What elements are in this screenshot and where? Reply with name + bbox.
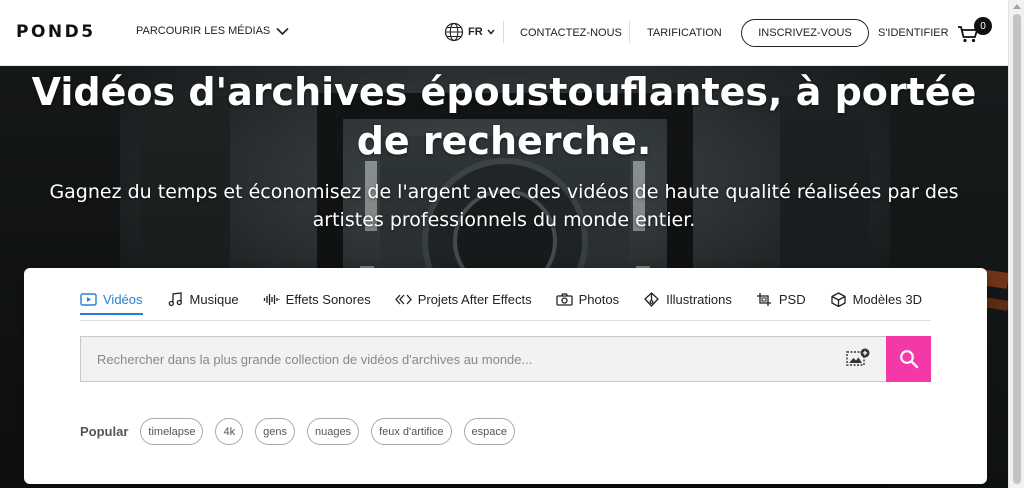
hero-section: Vidéos d'archives époustouflantes, à por… bbox=[0, 66, 1008, 488]
popular-term-chip[interactable]: feux d'artifice bbox=[371, 418, 452, 445]
tab-label: Projets After Effects bbox=[417, 292, 532, 307]
hero-title-line-2: de recherche. bbox=[356, 119, 652, 163]
pricing-link[interactable]: TARIFICATION bbox=[647, 27, 722, 39]
hero-title-line-1: Vidéos d'archives époustouflantes, à por… bbox=[31, 70, 977, 114]
illustration-icon bbox=[644, 292, 660, 307]
popular-term-chip[interactable]: 4k bbox=[215, 418, 244, 445]
psd-icon bbox=[756, 293, 771, 306]
hero-subtitle-line-2: artistes professionnels du monde entier. bbox=[312, 209, 696, 231]
camera-icon bbox=[555, 293, 573, 306]
tab-music[interactable]: Musique bbox=[167, 292, 239, 315]
tab-label: Vidéos bbox=[103, 292, 143, 307]
popular-term-chip[interactable]: timelapse bbox=[140, 418, 204, 445]
media-type-tabs: Vidéos Musique Effets Sonores Projets Af… bbox=[80, 292, 922, 315]
search-card: Vidéos Musique Effets Sonores Projets Af… bbox=[24, 268, 987, 484]
tab-label: Photos bbox=[578, 292, 620, 307]
cart-button[interactable]: 0 bbox=[957, 17, 993, 47]
cart-count-badge: 0 bbox=[974, 17, 992, 35]
search-input[interactable] bbox=[80, 336, 886, 382]
search-button[interactable] bbox=[886, 336, 931, 382]
chevron-down-icon bbox=[276, 27, 289, 35]
image-search-icon[interactable] bbox=[845, 348, 871, 370]
popular-term-chip[interactable]: gens bbox=[255, 418, 295, 445]
tab-photos[interactable]: Photos bbox=[555, 292, 620, 315]
contact-link[interactable]: CONTACTEZ-NOUS bbox=[520, 27, 622, 39]
tab-label: PSD bbox=[778, 292, 806, 307]
tabs-divider bbox=[80, 320, 931, 321]
tab-label: Musique bbox=[189, 292, 239, 307]
waveform-icon bbox=[263, 294, 280, 305]
hero-title: Vidéos d'archives époustouflantes, à por… bbox=[20, 68, 988, 166]
popular-searches: Popular timelapse 4k gens nuages feux d'… bbox=[80, 418, 516, 445]
tab-label: Modèles 3D bbox=[852, 292, 922, 307]
pond5-logo[interactable]: POND5 bbox=[16, 22, 96, 42]
language-selector[interactable]: FR bbox=[444, 22, 495, 42]
tab-3d-models[interactable]: Modèles 3D bbox=[830, 292, 922, 315]
signup-button[interactable]: INSCRIVEZ-VOUS bbox=[741, 19, 869, 47]
caret-down-icon bbox=[487, 29, 495, 35]
video-icon bbox=[80, 293, 97, 306]
search-icon bbox=[899, 350, 918, 369]
scroll-up-arrow[interactable] bbox=[1013, 4, 1021, 9]
after-effects-icon bbox=[394, 294, 412, 305]
nav-divider bbox=[629, 21, 630, 43]
tab-label: Illustrations bbox=[666, 292, 732, 307]
hero-subtitle: Gagnez du temps et économisez de l'argen… bbox=[30, 178, 978, 234]
page-scrollbar[interactable] bbox=[1008, 0, 1024, 488]
popular-term-chip[interactable]: espace bbox=[463, 418, 516, 445]
tab-psd[interactable]: PSD bbox=[756, 292, 806, 315]
globe-icon bbox=[444, 22, 464, 42]
tab-videos[interactable]: Vidéos bbox=[80, 292, 143, 315]
search-bar bbox=[80, 336, 931, 382]
browse-media-label: PARCOURIR LES MÉDIAS bbox=[136, 25, 271, 37]
browse-media-menu[interactable]: PARCOURIR LES MÉDIAS bbox=[136, 25, 289, 37]
scrollbar-thumb[interactable] bbox=[1013, 14, 1021, 484]
tab-sound-effects[interactable]: Effets Sonores bbox=[263, 292, 371, 315]
popular-term-chip[interactable]: nuages bbox=[306, 418, 360, 445]
login-link[interactable]: S'IDENTIFIER bbox=[878, 27, 949, 39]
music-note-icon bbox=[168, 292, 182, 307]
tab-illustrations[interactable]: Illustrations bbox=[643, 292, 732, 315]
nav-divider bbox=[503, 21, 504, 43]
hero-subtitle-line-1: Gagnez du temps et économisez de l'argen… bbox=[49, 181, 959, 203]
language-code: FR bbox=[468, 26, 483, 38]
popular-label: Popular bbox=[80, 424, 129, 439]
cube-icon bbox=[830, 292, 846, 307]
tab-label: Effets Sonores bbox=[285, 292, 371, 307]
tab-after-effects[interactable]: Projets After Effects bbox=[394, 292, 532, 315]
top-navigation-bar: POND5 PARCOURIR LES MÉDIAS FR CONTACTEZ-… bbox=[0, 0, 1008, 66]
